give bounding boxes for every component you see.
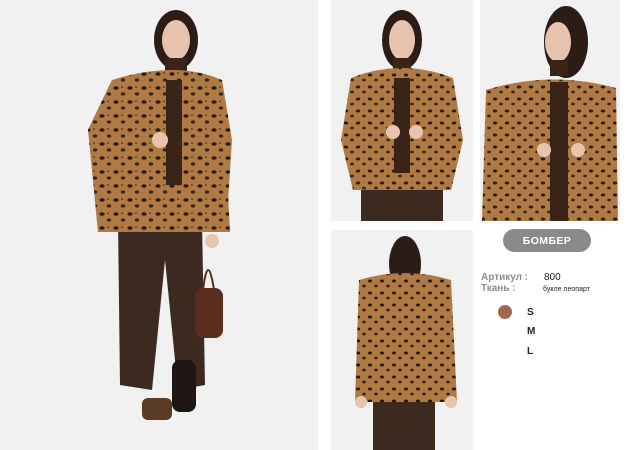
fabric-value: букле леопарт [543,286,590,293]
model-back-illustration [331,230,473,450]
fabric-label: Ткань : [481,283,516,294]
product-type-badge: БОМБЕР [503,229,591,252]
size-option-m[interactable]: M [527,326,535,337]
model-side-illustration [480,0,620,221]
color-swatch[interactable] [498,305,512,319]
size-option-l[interactable]: L [527,346,533,357]
size-option-s[interactable]: S [527,307,534,318]
article-value: 800 [544,272,561,283]
product-photo-side[interactable] [480,0,620,221]
model-illustration [0,0,318,450]
product-photo-front[interactable] [331,0,473,221]
product-photo-back[interactable] [331,230,473,450]
product-photo-main[interactable] [0,0,318,450]
model-front-illustration [331,0,473,221]
article-label: Артикул : [481,272,529,283]
